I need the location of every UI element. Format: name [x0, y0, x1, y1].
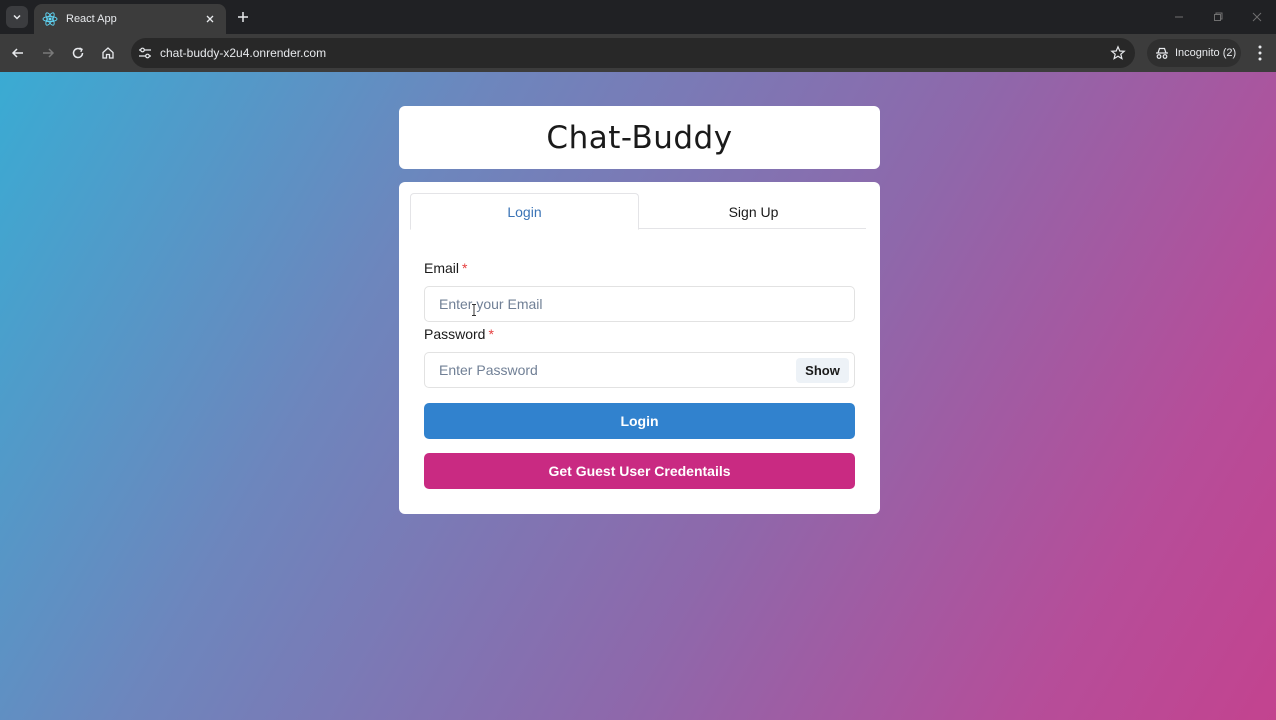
tune-icon[interactable]	[138, 46, 152, 60]
browser-toolbar: chat-buddy-x2u4.onrender.com Incognito (…	[0, 34, 1276, 72]
tab-title: React App	[66, 13, 117, 25]
reload-icon	[72, 47, 84, 59]
close-window-button[interactable]	[1237, 0, 1276, 34]
close-icon	[1252, 12, 1261, 22]
incognito-icon	[1156, 47, 1168, 59]
email-input[interactable]	[424, 286, 855, 322]
auth-tabs: Login Sign Up	[410, 193, 868, 230]
incognito-indicator[interactable]: Incognito (2)	[1147, 39, 1241, 67]
password-input[interactable]	[424, 352, 855, 388]
browser-tab-strip: React App	[0, 0, 1276, 34]
minimize-button[interactable]	[1159, 0, 1198, 34]
restore-icon	[1213, 12, 1222, 21]
email-label: Email *	[424, 260, 467, 276]
minimize-icon	[1174, 16, 1183, 18]
tab-login[interactable]: Login	[410, 193, 639, 230]
react-logo-icon	[42, 12, 58, 26]
page-background: Chat-Buddy Login Sign Up Email* Password…	[0, 72, 1276, 720]
home-button[interactable]	[99, 44, 117, 62]
close-icon[interactable]	[202, 11, 218, 27]
home-icon	[102, 47, 114, 59]
password-label-text: Password	[424, 326, 486, 342]
address-bar[interactable]: chat-buddy-x2u4.onrender.com	[131, 38, 1135, 68]
tab-search-button[interactable]	[6, 6, 28, 28]
plus-icon[interactable]	[235, 9, 251, 25]
password-label: Password *	[424, 326, 494, 342]
arrow-left-icon	[11, 48, 23, 58]
reload-button[interactable]	[69, 44, 87, 62]
chevron-down-icon	[13, 14, 21, 20]
browser-tab[interactable]: React App	[34, 4, 226, 34]
page-title: Chat-Buddy	[546, 119, 733, 156]
required-mark: *	[462, 260, 468, 276]
header-card: Chat-Buddy	[399, 106, 880, 169]
guest-credentials-button[interactable]: Get Guest User Credentails	[424, 453, 855, 489]
auth-card: Login Sign Up Email* Password* Show Logi…	[399, 182, 880, 514]
email-label-text: Email	[424, 260, 460, 276]
tab-sign-up[interactable]: Sign Up	[639, 193, 868, 230]
login-button[interactable]: Login	[424, 403, 855, 439]
star-icon[interactable]	[1110, 45, 1126, 61]
required-mark: *	[488, 326, 494, 342]
kebab-menu-icon[interactable]	[1252, 44, 1268, 62]
window-controls	[1159, 0, 1276, 34]
restore-button[interactable]	[1198, 0, 1237, 34]
text-cursor-icon	[472, 304, 476, 316]
incognito-label: Incognito (2)	[1175, 47, 1237, 59]
back-button[interactable]	[9, 44, 27, 62]
forward-button[interactable]	[39, 44, 57, 62]
url-text: chat-buddy-x2u4.onrender.com	[160, 46, 327, 60]
show-password-button[interactable]: Show	[796, 358, 849, 383]
arrow-right-icon	[43, 48, 55, 58]
